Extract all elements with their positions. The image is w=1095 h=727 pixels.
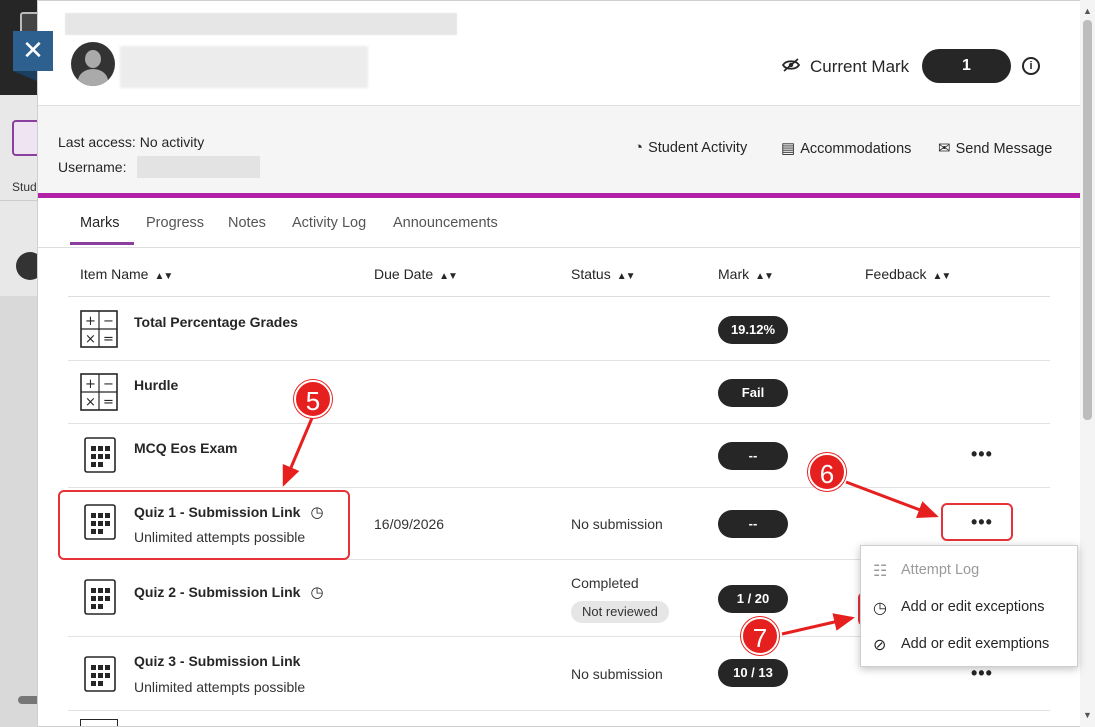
background-label: Stud: [12, 180, 37, 194]
redacted-student-name: [120, 46, 368, 88]
close-panel-button[interactable]: ✕: [13, 31, 53, 81]
tab-bar: Marks Progress Notes Activity Log Announ…: [38, 198, 1080, 248]
callout-number-6: 6: [808, 453, 846, 491]
callout-number-7: 7: [741, 617, 779, 655]
table-row: MCQ Eos Exam -- •••: [68, 424, 1050, 488]
list-icon: ☷: [873, 563, 888, 580]
svg-text:+: +: [85, 377, 96, 392]
mark-pill[interactable]: 1 / 20: [718, 585, 788, 613]
calculation-icon: + − × =: [80, 373, 118, 411]
status-text: No submission: [571, 516, 663, 532]
table-row: + − × = Total Percentage Grades 19.12%: [68, 298, 1050, 361]
status-text: Completed: [571, 575, 639, 591]
mark-pill[interactable]: --: [718, 442, 788, 470]
table-header: Item Name ▲▼ Due Date ▲▼ Status ▲▼ Mark ▲▼ F…: [68, 249, 1050, 297]
tab-announcements[interactable]: Announcements: [393, 215, 498, 231]
menu-item-add-edit-exceptions[interactable]: ◷ Add or edit exceptions: [861, 589, 1077, 625]
vertical-scrollbar[interactable]: ▲ ▼: [1080, 0, 1095, 727]
table-row: [68, 711, 1050, 726]
envelope-icon: ✉: [938, 140, 951, 157]
test-icon: [80, 436, 118, 474]
last-access-value: No activity: [139, 134, 205, 150]
menu-item-attempt-log[interactable]: ☷ Attempt Log: [861, 552, 1077, 588]
mark-pill[interactable]: 19.12%: [718, 316, 788, 344]
active-tab-indicator: [70, 242, 134, 245]
status-text: No submission: [571, 666, 663, 682]
mark-pill[interactable]: Fail: [718, 379, 788, 407]
mark-pill[interactable]: --: [718, 510, 788, 538]
column-due-date[interactable]: Due Date ▲▼: [374, 266, 458, 282]
redacted-username: [137, 156, 260, 178]
svg-text:+: +: [85, 314, 96, 329]
item-name[interactable]: Quiz 3 - Submission Link: [134, 653, 300, 669]
column-status[interactable]: Status ▲▼: [571, 266, 635, 282]
clock-icon: ◷: [310, 584, 324, 601]
background-divider: [0, 200, 40, 201]
redacted-course-title: [65, 13, 457, 35]
menu-item-add-edit-exemptions[interactable]: ⊘ Add or edit exemptions: [861, 626, 1077, 662]
panel-header: Current Mark 1 i: [38, 1, 1080, 105]
student-activity-link[interactable]: ◔ Student Activity: [634, 139, 747, 156]
status-badge: Not reviewed: [571, 601, 669, 623]
current-mark-label: Current Mark: [810, 57, 910, 76]
grid-icon: [12, 120, 40, 156]
sort-icon: ▲▼: [616, 271, 636, 282]
send-message-link[interactable]: ✉ Send Message: [938, 139, 1052, 157]
sort-icon: ▲▼: [755, 271, 774, 282]
item-subtitle: Unlimited attempts possible: [134, 679, 306, 695]
highlight-quiz1-box: [58, 490, 350, 560]
accommodations-link[interactable]: ▤ Accommodations: [781, 139, 911, 157]
svg-text:−: −: [103, 377, 114, 392]
background-shade: [0, 296, 40, 727]
student-info-band: [38, 105, 1080, 195]
avatar: [71, 42, 115, 86]
highlight-more-button-box: [941, 503, 1013, 541]
sort-icon: ▲▼: [154, 271, 173, 282]
activity-icon: ◔: [634, 139, 644, 156]
info-icon[interactable]: i: [1022, 57, 1040, 75]
item-name[interactable]: Hurdle: [134, 377, 178, 393]
background-app: Stud: [0, 0, 44, 727]
test-icon: [80, 719, 118, 726]
test-icon: [80, 578, 118, 616]
svg-text:=: =: [103, 395, 114, 410]
callout-number-5: 5: [294, 380, 332, 418]
sort-icon: ▲▼: [439, 271, 458, 282]
sort-icon: ▲▼: [932, 271, 951, 282]
scroll-down-icon[interactable]: ▼: [1083, 710, 1092, 720]
due-date: 16/09/2026: [374, 516, 445, 532]
username-label: Username:: [58, 159, 127, 175]
tab-activity-log[interactable]: Activity Log: [292, 215, 366, 231]
svg-text:=: =: [103, 332, 114, 347]
tab-marks[interactable]: Marks: [80, 215, 119, 231]
row-options-menu: ☷ Attempt Log ◷ Add or edit exceptions ⊘ Ad…: [860, 545, 1078, 667]
tab-notes[interactable]: Notes: [228, 215, 266, 231]
mark-pill[interactable]: 10 / 13: [718, 659, 788, 687]
test-icon: [80, 655, 118, 693]
svg-text:×: ×: [85, 332, 96, 347]
column-mark[interactable]: Mark ▲▼: [718, 266, 774, 282]
document-icon: ▤: [781, 140, 796, 157]
scroll-thumb[interactable]: [1083, 20, 1092, 420]
scroll-up-icon[interactable]: ▲: [1083, 6, 1092, 16]
eye-slash-icon: [781, 57, 801, 78]
current-mark-value: 1: [922, 49, 1011, 83]
prohibit-icon: ⊘: [873, 637, 887, 654]
column-item-name[interactable]: Item Name ▲▼: [80, 266, 173, 282]
column-feedback[interactable]: Feedback ▲▼: [865, 266, 951, 282]
item-name[interactable]: Quiz 2 - Submission Link ◷: [134, 583, 324, 601]
calculation-icon: + − × =: [80, 310, 118, 348]
svg-text:−: −: [103, 314, 114, 329]
clock-icon: ◷: [873, 600, 887, 617]
more-options-button[interactable]: •••: [971, 444, 993, 465]
svg-text:×: ×: [85, 395, 96, 410]
tab-progress[interactable]: Progress: [146, 215, 204, 231]
item-name[interactable]: Total Percentage Grades: [134, 314, 298, 330]
table-row: + − × = Hurdle Fail: [68, 361, 1050, 424]
last-access: Last access: No activity: [58, 134, 205, 150]
item-name[interactable]: MCQ Eos Exam: [134, 440, 237, 456]
